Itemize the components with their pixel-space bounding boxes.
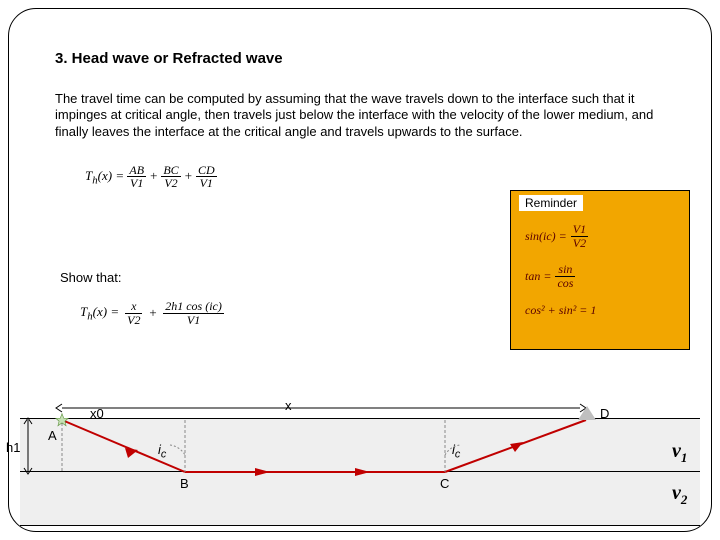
r1-den: V2 (571, 237, 588, 250)
label-ic-right: ic (452, 442, 460, 461)
eq1-t3-num: CD (196, 164, 217, 178)
label-v2: v2 (672, 482, 687, 508)
r1-num: V1 (571, 223, 588, 237)
eq2-arg: (x) = (93, 304, 119, 319)
section-title: 3. Head wave or Refracted wave (55, 50, 665, 67)
eq1-t1-den: V1 (127, 177, 146, 190)
show-that-label: Show that: (60, 270, 121, 285)
eq1-t1-num: AB (127, 164, 146, 178)
reminder-box: Reminder sin(ic) = V1V2 tan = sincos cos… (510, 190, 690, 350)
eq1-t2-den: V2 (161, 177, 180, 190)
reminder-r1-lhs: sin(ic) = (525, 229, 567, 244)
eq1-t3-den: V1 (196, 177, 217, 190)
reminder-eq1: sin(ic) = V1V2 (525, 223, 681, 249)
reminder-eq3: cos² + sin² = 1 (525, 303, 681, 318)
r2-num: sin (555, 263, 575, 277)
eq2-t1n: x (125, 300, 142, 314)
reminder-eq2: tan = sincos (525, 263, 681, 289)
equation-2: Th(x) = xV2 + 2h1 cos (ic)V1 (80, 300, 224, 326)
label-C: C (440, 476, 449, 491)
refraction-diagram: A x0 x D h1 ic ic B C v1 v2 (0, 400, 720, 532)
eq1-arg: (x) = (98, 168, 124, 183)
reminder-label: Reminder (519, 195, 583, 211)
diagram-lines (0, 400, 720, 532)
label-D: D (600, 406, 609, 421)
label-x0: x0 (90, 406, 104, 421)
label-v1: v1 (672, 440, 687, 466)
label-ic-left: ic (158, 442, 166, 461)
eq2-t2n: 2h1 cos (ic) (163, 300, 224, 314)
label-x: x (285, 398, 292, 413)
label-B: B (180, 476, 189, 491)
receiver-triangle-icon (578, 406, 596, 420)
reminder-r2-lhs: tan = (525, 269, 551, 284)
eq2-t1d: V2 (125, 314, 142, 327)
label-A: A (48, 428, 57, 443)
body-paragraph: The travel time can be computed by assum… (55, 91, 665, 140)
r2-den: cos (555, 277, 575, 290)
eq2-t2d: V1 (163, 314, 224, 327)
label-h1: h1 (6, 440, 20, 455)
eq1-t2-num: BC (161, 164, 180, 178)
source-star-icon (55, 413, 69, 427)
